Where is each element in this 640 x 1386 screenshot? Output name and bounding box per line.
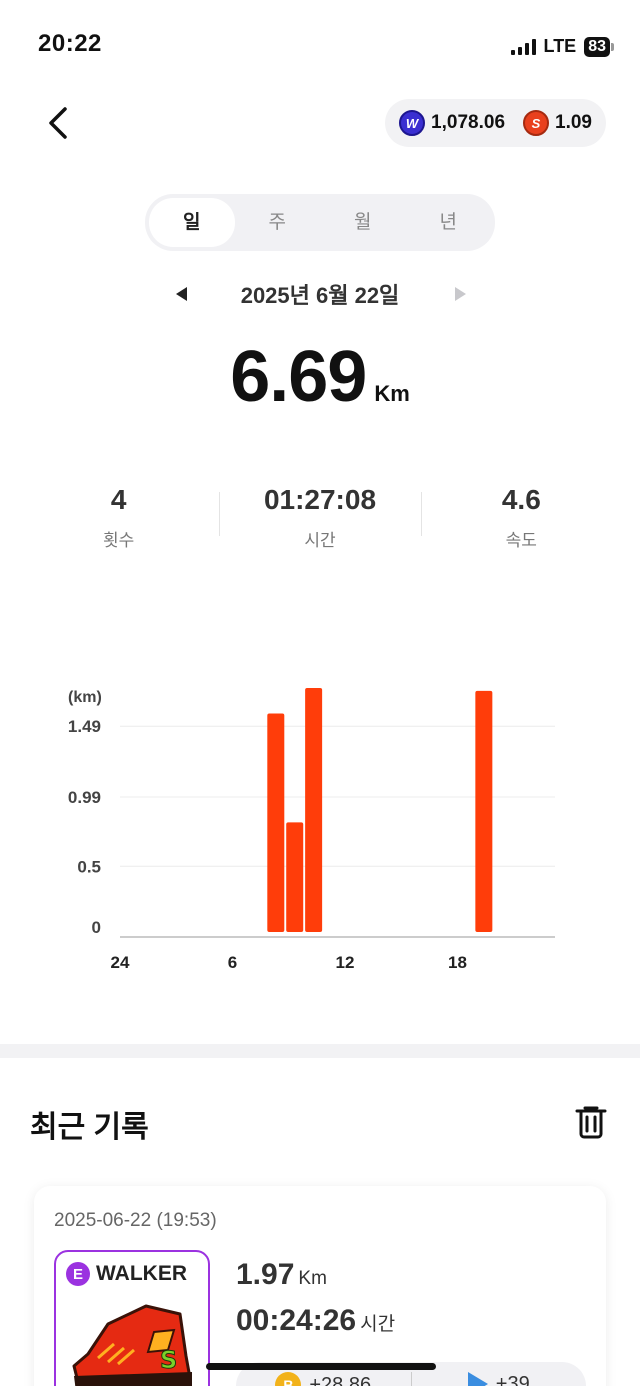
- battery-level: 83: [584, 36, 610, 57]
- chart-y-tick-label: 0.5: [77, 857, 101, 876]
- chart-bar: [475, 690, 493, 932]
- previous-date-icon[interactable]: [172, 284, 192, 304]
- s-token-icon: S: [523, 110, 550, 136]
- battery-icon: 83: [584, 36, 614, 57]
- record-duration: 00:24:26 시간: [236, 1304, 395, 1338]
- token-balance[interactable]: W 1,078.06 S 1.09: [385, 99, 606, 147]
- w-token-value: 1,078.06: [431, 112, 506, 133]
- shoe-badge: E WALKER: [66, 1262, 187, 1286]
- w-token-icon: W: [399, 110, 426, 136]
- stat-label: 횟수: [103, 531, 135, 550]
- distance-value: 6.69: [230, 337, 367, 417]
- tab-day[interactable]: 일: [149, 198, 235, 247]
- s-token-value: 1.09: [555, 112, 592, 133]
- period-tabs: 일 주 월 년: [145, 194, 495, 251]
- chart-bar: [267, 713, 285, 932]
- chart-x-tick-label: 18: [448, 953, 467, 972]
- stat-time: 01:27:08 시간: [219, 484, 420, 551]
- chart-y-tick-label: 0.99: [68, 788, 101, 807]
- recent-records-title: 최근 기록: [30, 1111, 149, 1144]
- record-card[interactable]: 2025-06-22 (19:53) E WALKER S 1.97 Km 00:…: [34, 1186, 606, 1386]
- record-duration-unit: 시간: [360, 1314, 396, 1335]
- distance-unit: Km: [374, 381, 410, 406]
- svg-text:S: S: [160, 1346, 177, 1374]
- stat-label: 시간: [304, 531, 336, 550]
- tab-week[interactable]: 주: [235, 198, 321, 247]
- w-token-balance: W 1,078.06: [399, 110, 505, 136]
- chart-y-tick-label: 0: [92, 918, 101, 937]
- tab-year[interactable]: 년: [406, 198, 492, 247]
- stat-count: 4 횟수: [18, 484, 219, 551]
- stat-value: 4: [110, 484, 127, 515]
- record-duration-value: 00:24:26: [236, 1304, 357, 1337]
- play-token-icon: [467, 1372, 488, 1386]
- stat-value: 4.6: [501, 484, 541, 515]
- network-label: LTE: [543, 36, 577, 56]
- sneaker-image: S: [72, 1304, 192, 1386]
- stat-speed: 4.6 속도: [420, 484, 622, 551]
- status-indicators: LTE 83: [510, 36, 614, 57]
- reward-b: B +28.86: [236, 1372, 411, 1386]
- record-distance: 1.97 Km: [236, 1258, 327, 1292]
- back-button[interactable]: [38, 100, 78, 146]
- section-divider: [0, 1044, 640, 1058]
- chart-y-tick-label: 1.49: [68, 717, 101, 736]
- date-navigator: 2025년 6월 22일: [0, 280, 640, 308]
- chart-x-tick-label: 12: [336, 953, 355, 972]
- b-token-icon: B: [275, 1372, 302, 1386]
- record-distance-value: 1.97: [236, 1258, 295, 1291]
- hourly-distance-chart: (km) 0 0.5 0.99 1.49 24 6 12 18: [68, 688, 555, 972]
- record-distance-unit: Km: [298, 1268, 327, 1289]
- stats-row: 4 횟수 01:27:08 시간 4.6 속도: [18, 484, 622, 551]
- chart-x-tick-label: 24: [111, 953, 130, 972]
- record-date: 2025-06-22 (19:53): [54, 1210, 217, 1231]
- total-distance: 6.69 Km: [0, 336, 640, 418]
- chevron-left-icon: [49, 107, 67, 139]
- chart-x-tick-label: 6: [228, 953, 237, 972]
- shoe-grade-badge: E: [66, 1262, 90, 1286]
- stat-label: 속도: [505, 531, 537, 550]
- status-time: 20:22: [38, 30, 102, 57]
- chart-bar: [305, 688, 323, 932]
- tab-month[interactable]: 월: [320, 198, 406, 247]
- status-bar: 20:22 LTE 83: [0, 0, 640, 92]
- shoe-card: E WALKER S: [54, 1250, 210, 1386]
- trash-icon[interactable]: [572, 1102, 610, 1140]
- shoe-name: WALKER: [96, 1262, 187, 1285]
- reward-play-value: +39: [495, 1372, 530, 1386]
- reward-b-value: +28.86: [309, 1373, 372, 1386]
- stat-value: 01:27:08: [263, 484, 377, 515]
- signal-icon: [510, 38, 536, 55]
- s-token-balance: S 1.09: [523, 110, 592, 136]
- home-indicator: [206, 1363, 436, 1370]
- next-date-icon[interactable]: [450, 284, 470, 304]
- reward-play: +39: [410, 1372, 587, 1386]
- date-label: 2025년 6월 22일: [240, 283, 400, 308]
- chart-y-unit-label: (km): [68, 689, 102, 706]
- chart-bar: [286, 822, 304, 932]
